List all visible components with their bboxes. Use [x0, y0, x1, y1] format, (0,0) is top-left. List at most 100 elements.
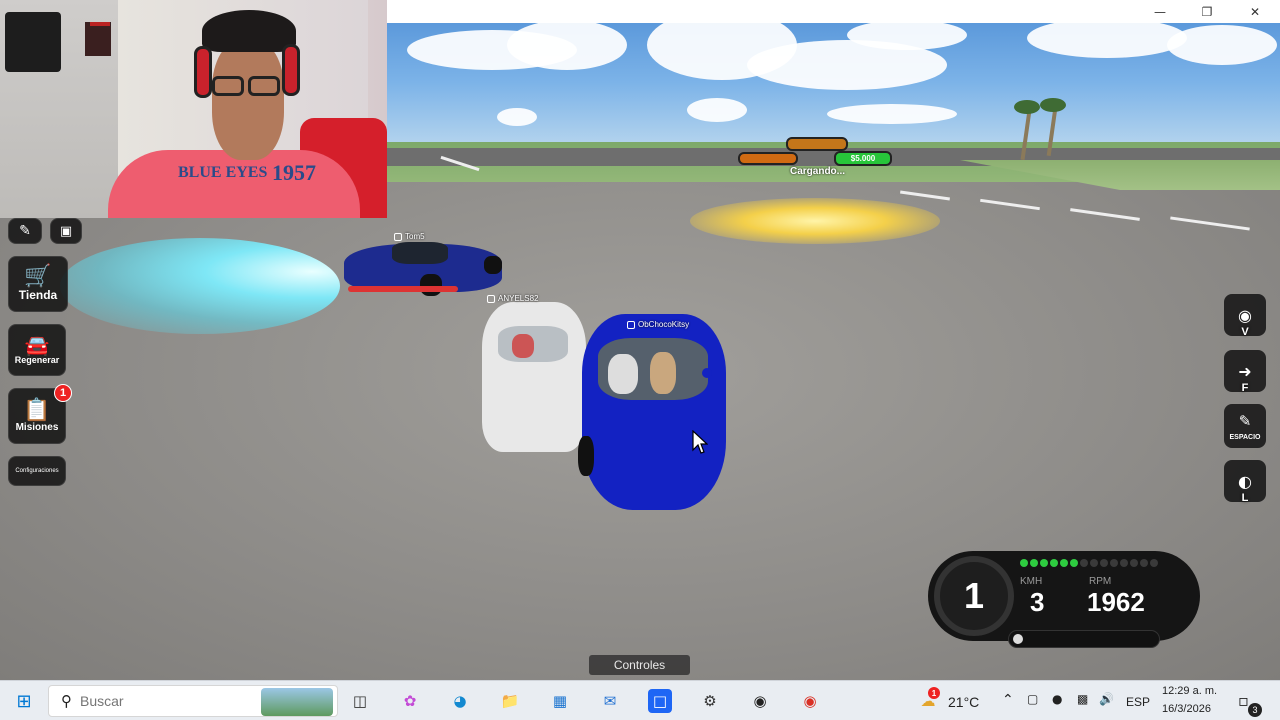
window-titlebar: — ❐ ✕	[387, 0, 1280, 23]
restore-icon[interactable]: ❐	[1184, 0, 1230, 23]
regenerar-label: Regenerar	[14, 355, 60, 365]
close-icon[interactable]: ✕	[1232, 0, 1278, 23]
store-icon[interactable]: ▦	[548, 689, 572, 713]
glasses	[212, 76, 244, 96]
task-view-icon[interactable]: ◫	[348, 689, 372, 713]
player-nametag: Tom5	[394, 232, 425, 241]
windows-start-icon[interactable]: ⊞	[12, 689, 36, 713]
kmh-label: KMH	[1020, 576, 1043, 587]
exit-key: F	[1241, 382, 1249, 394]
clock-date[interactable]: 16/3/2026	[1162, 703, 1211, 715]
player-car-own[interactable]	[576, 314, 732, 512]
outlook-icon[interactable]: ✉	[598, 689, 622, 713]
microphone-icon[interactable]: ●	[1052, 692, 1062, 706]
speedometer: 1 KMH 3 RPM 1962	[928, 551, 1200, 648]
money-display: $5.000	[834, 151, 892, 166]
car-icon: 🚘	[24, 333, 50, 357]
rpm-dot	[1040, 559, 1048, 567]
network-icon[interactable]: ▩	[1077, 692, 1088, 706]
obs-icon[interactable]: ◉	[748, 689, 772, 713]
camera-icon: ◉	[1238, 305, 1252, 325]
person-face	[212, 40, 284, 160]
rpm-dot	[1030, 559, 1038, 567]
garage-icon: ▣	[59, 223, 73, 239]
lights-key: L	[1241, 492, 1249, 504]
player-nametag: ObChocoKitsy	[627, 320, 689, 329]
search-icon: ⚲	[61, 692, 72, 710]
gear-indicator: 1	[934, 556, 1014, 636]
player-nametag: ANYELS82	[487, 294, 538, 303]
pencil-icon: ✎	[19, 223, 31, 239]
boost-trail	[60, 238, 340, 334]
rpm-label: RPM	[1089, 576, 1112, 587]
volume-icon[interactable]: 🔊	[1099, 692, 1114, 706]
rpm-dot	[1050, 559, 1058, 567]
paint-button[interactable]: ✎ ESPACIO	[1224, 404, 1266, 448]
taskbar-search[interactable]: ⚲	[48, 685, 338, 717]
camera-key: V	[1241, 326, 1249, 338]
rpm-bar	[1008, 630, 1160, 648]
rpm-dot	[1090, 559, 1098, 567]
notification-count: 3	[1248, 703, 1262, 717]
webcam-overlay: BLUE EYES 1957	[0, 0, 387, 218]
cart-icon: 🛒	[24, 264, 52, 289]
rpm-value: 1962	[1087, 587, 1145, 617]
paint-key-label: ESPACIO	[1229, 433, 1261, 441]
tienda-button[interactable]: 🛒 Tienda	[8, 256, 68, 312]
rpm-dot	[1110, 559, 1118, 567]
edge-icon[interactable]: ◕	[448, 689, 472, 713]
copilot-icon[interactable]: ✿	[398, 689, 422, 713]
shirt-text: BLUE EYES	[178, 164, 268, 181]
search-input[interactable]	[80, 693, 260, 709]
rpm-dot	[1150, 559, 1158, 567]
rpm-dot	[1080, 559, 1088, 567]
clock-time[interactable]: 12:29 a. m.	[1162, 685, 1217, 697]
chevron-up-icon[interactable]: ⌃	[1002, 692, 1014, 708]
shirt-number: 1957	[272, 160, 316, 185]
device-icon[interactable]: ▢	[1027, 692, 1038, 706]
tienda-label: Tienda	[18, 288, 58, 302]
search-highlight-image	[261, 688, 333, 716]
person-hair	[202, 10, 296, 52]
rpm-dot	[1070, 559, 1078, 567]
garage-button[interactable]: ▣	[50, 218, 82, 244]
file-explorer-icon[interactable]: 📁	[498, 689, 522, 713]
configuraciones-button[interactable]: Configuraciones	[8, 456, 66, 486]
exit-icon: ➜	[1238, 361, 1252, 381]
loading-text: Cargando...	[790, 166, 846, 177]
headset-right	[282, 44, 300, 96]
headset-left	[194, 46, 212, 98]
rpm-dot	[1060, 559, 1068, 567]
chrome-icon[interactable]: ◉	[798, 689, 822, 713]
person-shirt	[108, 150, 360, 218]
misiones-badge: 1	[54, 384, 72, 402]
rpm-dot	[1120, 559, 1128, 567]
roblox-icon[interactable]: □	[648, 689, 672, 713]
mouse-cursor-icon	[692, 430, 708, 454]
shelf-object	[85, 22, 111, 56]
player-car-anyels82[interactable]	[482, 302, 586, 454]
headlight-icon: ◐	[1238, 471, 1252, 491]
configuraciones-label: Configuraciones	[15, 468, 59, 474]
settings-gear-icon[interactable]: ⚙	[698, 689, 722, 713]
weather-badge: 1	[928, 687, 940, 699]
rpm-dot	[1100, 559, 1108, 567]
regenerar-button[interactable]: 🚘 Regenerar	[8, 324, 66, 376]
minimize-icon[interactable]: —	[1137, 0, 1183, 23]
taskbar: ⊞ ⚲ ◫ ✿ ◕ 📁 ▦ ✉ □ ⚙ ◉ ◉ ☁ 1 21°C ⌃ ▢ ● ▩…	[0, 680, 1280, 720]
weather-temp[interactable]: 21°C	[948, 694, 979, 710]
notification-icon[interactable]: ▫	[1238, 691, 1249, 710]
spawn-marker[interactable]	[690, 198, 940, 244]
rpm-dot	[1140, 559, 1148, 567]
clipboard-icon: 📋	[23, 397, 51, 423]
rpm-dot	[1130, 559, 1138, 567]
language-indicator[interactable]: ESP	[1126, 695, 1150, 709]
kmh-value: 3	[1030, 587, 1045, 617]
controles-button[interactable]: Controles	[589, 655, 690, 675]
speaker	[5, 12, 61, 72]
misiones-label: Misiones	[15, 421, 59, 433]
edit-button[interactable]: ✎	[8, 218, 42, 244]
brush-icon: ✎	[1238, 411, 1252, 430]
player-car-tom5[interactable]	[344, 238, 504, 296]
rpm-dot	[1020, 559, 1028, 567]
